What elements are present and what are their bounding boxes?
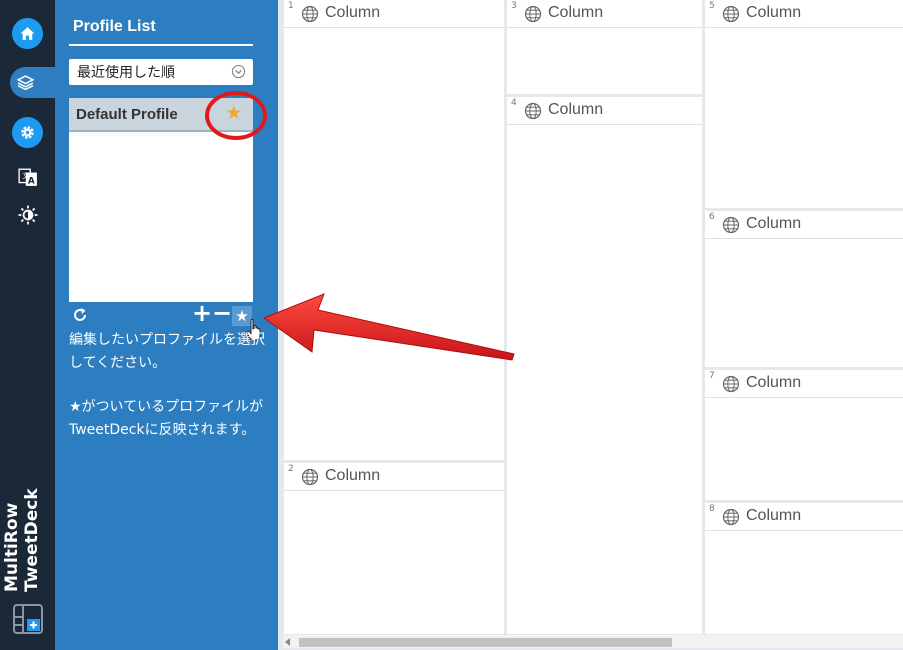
sort-order-select[interactable]: 最近使用した順 [69, 59, 253, 85]
column-header: 3 Column [507, 0, 702, 28]
theme-button[interactable] [12, 199, 43, 230]
globe-icon [301, 468, 319, 486]
globe-icon [722, 5, 740, 23]
panel-divider [69, 44, 253, 46]
column-header: 8 Column [705, 503, 903, 531]
column-1[interactable]: 1 Column [284, 0, 504, 460]
column-3[interactable]: 3 Column [507, 0, 702, 94]
column-header: 7 Column [705, 370, 903, 398]
chevron-down-icon [231, 64, 246, 79]
column-2[interactable]: 2 Column [284, 463, 504, 634]
settings-button[interactable] [12, 117, 43, 148]
panel-title: Profile List [73, 18, 156, 35]
gear-icon [21, 126, 34, 139]
column-number: 3 [511, 1, 517, 11]
column-header: 4 Column [507, 97, 702, 125]
column-title: Column [746, 4, 802, 21]
scroll-left-arrow-icon[interactable] [285, 638, 290, 646]
globe-icon [722, 375, 740, 393]
app-title-line2: TweetDeck [22, 488, 42, 592]
column-6[interactable]: 6 Column [705, 211, 903, 367]
column-title: Column [325, 4, 381, 21]
horizontal-scrollbar[interactable] [283, 635, 903, 648]
language-button[interactable]: A文 [12, 161, 43, 192]
column-number: 8 [709, 504, 715, 514]
column-header: 5 Column [705, 0, 903, 28]
profiles-button[interactable] [10, 67, 55, 98]
column-title: Column [746, 215, 802, 232]
column-header: 2 Column [284, 463, 504, 491]
column-5[interactable]: 5 Column [705, 0, 903, 208]
column-4[interactable]: 4 Column [507, 97, 702, 634]
app-logo-icon [13, 604, 43, 634]
annotation-arrow [262, 293, 515, 361]
app-title: MultiRow TweetDeck [2, 422, 50, 592]
translate-icon: A文 [17, 168, 37, 186]
annotation-circle [205, 91, 267, 140]
column-7[interactable]: 7 Column [705, 370, 903, 500]
profile-panel: Profile List 最近使用した順 Default Profile ★ +… [55, 0, 278, 650]
column-title: Column [548, 4, 604, 21]
profile-controls: + − ★ [69, 301, 253, 328]
profile-item-label: Default Profile [76, 105, 178, 123]
globe-icon [301, 5, 319, 23]
column-number: 1 [288, 1, 294, 11]
column-title: Column [548, 101, 604, 118]
column-header: 1 Column [284, 0, 504, 28]
app-title-line1: MultiRow [2, 502, 22, 592]
brightness-icon [18, 205, 37, 224]
column-title: Column [325, 467, 381, 484]
scrollbar-thumb[interactable] [299, 638, 672, 647]
help-text-default: ★がついているプロファイルがTweetDeckに反映されます。 [69, 399, 264, 438]
left-rail: A文 MultiRow TweetDeck [0, 0, 55, 650]
svg-text:文: 文 [22, 171, 29, 180]
layers-icon [17, 75, 34, 91]
remove-profile-button[interactable]: − [212, 301, 232, 325]
column-number: 4 [511, 98, 517, 108]
globe-icon [722, 508, 740, 526]
sort-order-value: 最近使用した順 [77, 65, 175, 81]
globe-icon [524, 102, 542, 120]
column-number: 2 [288, 464, 294, 474]
column-number: 7 [709, 371, 715, 381]
globe-icon [722, 216, 740, 234]
column-number: 6 [709, 212, 715, 222]
column-number: 5 [709, 1, 715, 11]
app-window: A文 MultiRow TweetDeck Profile List 最近使用し… [0, 0, 903, 650]
column-8[interactable]: 8 Column [705, 503, 903, 634]
help-text-select: 編集したいプロファイルを選択してください。 [69, 332, 265, 371]
globe-icon [524, 5, 542, 23]
add-profile-button[interactable]: + [192, 301, 212, 325]
home-button[interactable] [12, 18, 43, 49]
column-header: 6 Column [705, 211, 903, 239]
reload-icon[interactable] [71, 306, 89, 324]
column-title: Column [746, 507, 802, 524]
column-title: Column [746, 374, 802, 391]
home-icon [20, 27, 35, 40]
